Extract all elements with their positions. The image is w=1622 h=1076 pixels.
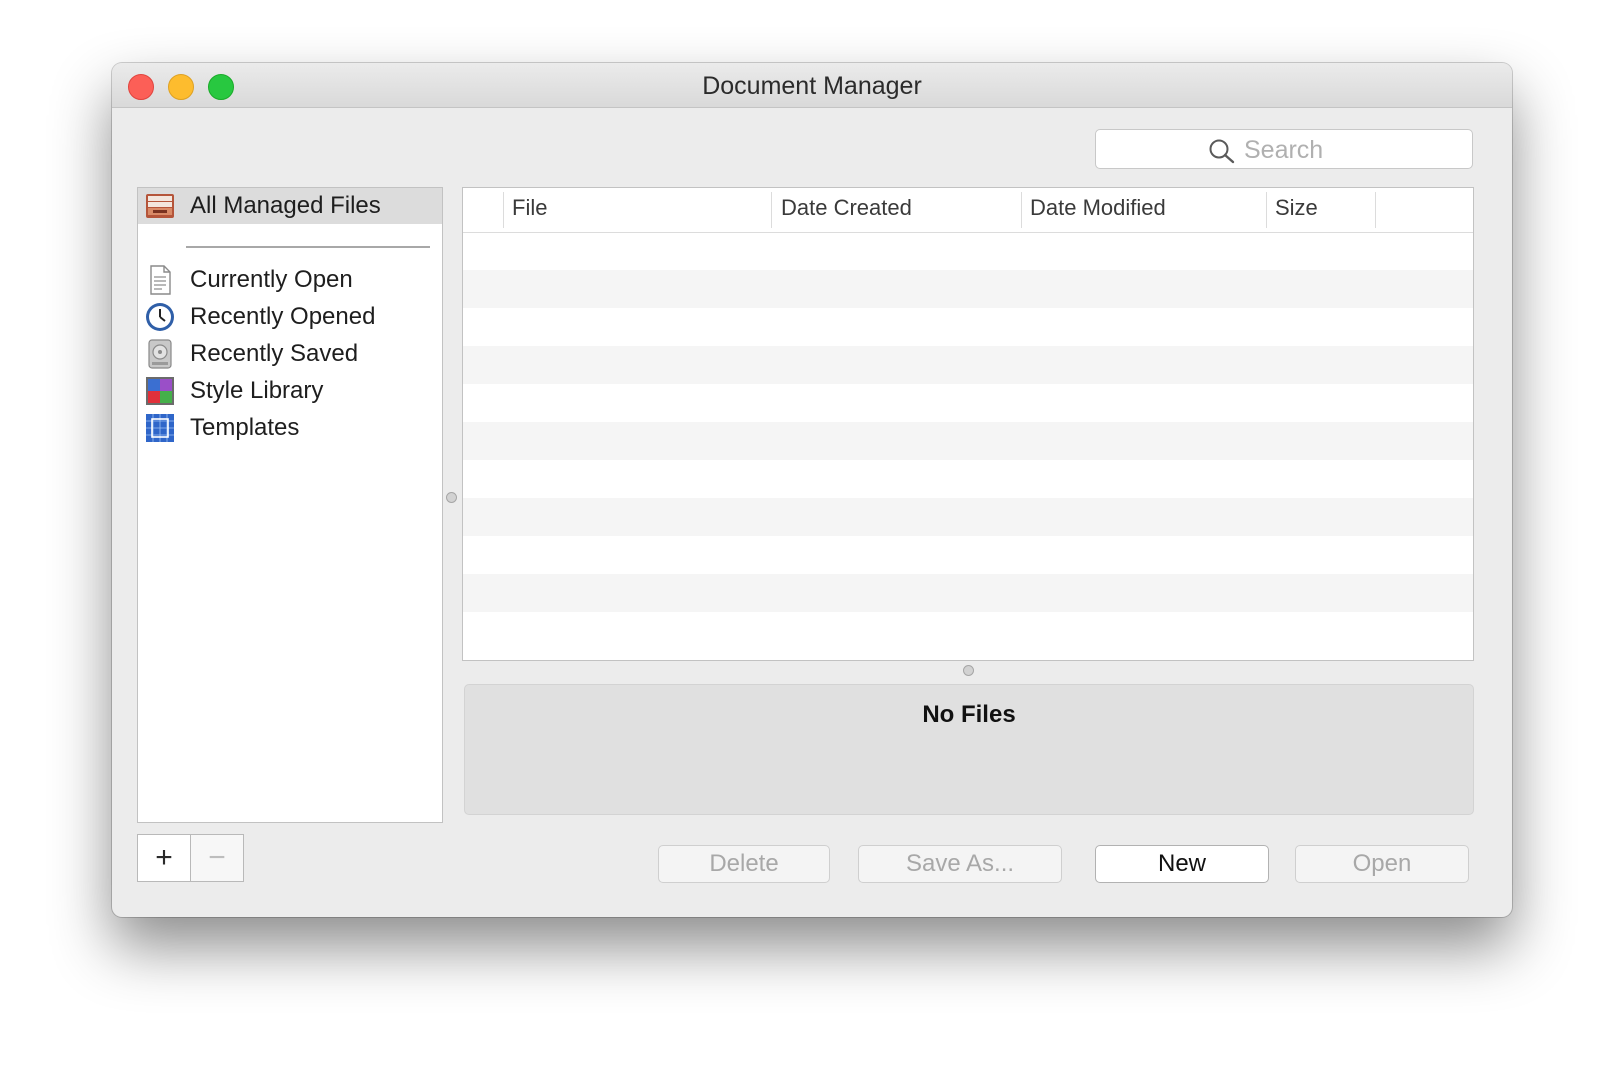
horizontal-split-handle[interactable] — [963, 665, 974, 676]
column-header-date-created[interactable]: Date Created — [781, 195, 912, 221]
window-title: Document Manager — [702, 72, 922, 100]
sidebar-item-label: Templates — [190, 414, 300, 441]
search-input[interactable] — [1242, 134, 1456, 166]
table-row — [463, 422, 1473, 460]
column-header-date-modified[interactable]: Date Modified — [1030, 195, 1166, 221]
save-as-button[interactable]: Save As... — [858, 845, 1062, 883]
stack-of-files-icon — [146, 194, 174, 218]
sidebar-item-label: Recently Opened — [190, 303, 376, 330]
table-row — [463, 232, 1473, 270]
table-header: File Date Created Date Modified Size — [463, 188, 1473, 233]
delete-button[interactable]: Delete — [658, 845, 830, 883]
column-header-file[interactable]: File — [512, 195, 547, 221]
column-separator — [771, 192, 772, 228]
no-files-message: No Files — [922, 701, 1016, 728]
table-row — [463, 346, 1473, 384]
document-manager-window: Document Manager All Managed Files — [112, 63, 1512, 917]
sidebar-item-templates[interactable]: Templates — [138, 410, 442, 446]
add-button[interactable]: + — [137, 834, 191, 882]
column-separator — [503, 192, 504, 228]
table-row — [463, 270, 1473, 308]
hard-drive-icon — [148, 339, 172, 369]
table-row — [463, 384, 1473, 422]
sidebar-item-label: Style Library — [190, 377, 324, 404]
sidebar-item-style-library[interactable]: Style Library — [138, 373, 442, 409]
blueprint-icon — [146, 414, 174, 442]
table-row — [463, 536, 1473, 574]
sidebar: All Managed Files Currently Open Recentl… — [137, 187, 443, 823]
column-separator — [1375, 192, 1376, 228]
vertical-split-handle[interactable] — [446, 492, 457, 503]
column-header-size[interactable]: Size — [1275, 195, 1318, 221]
sidebar-item-label: Currently Open — [190, 266, 353, 293]
search-field[interactable] — [1095, 129, 1473, 169]
file-info-pane: No Files — [464, 684, 1474, 815]
sidebar-divider — [186, 246, 430, 248]
remove-button[interactable]: − — [190, 834, 244, 882]
file-table[interactable]: File Date Created Date Modified Size — [462, 187, 1474, 661]
table-row — [463, 498, 1473, 536]
table-row — [463, 460, 1473, 498]
table-row — [463, 574, 1473, 612]
sidebar-item-all-managed-files[interactable]: All Managed Files — [138, 188, 442, 224]
color-palette-icon — [146, 377, 174, 405]
column-separator — [1266, 192, 1267, 228]
title-bar[interactable]: Document Manager — [112, 63, 1512, 108]
sidebar-item-label: Recently Saved — [190, 340, 359, 367]
magnifier-icon — [1209, 139, 1235, 164]
sidebar-item-label: All Managed Files — [190, 192, 381, 219]
open-button[interactable]: Open — [1295, 845, 1469, 883]
table-row — [463, 308, 1473, 346]
column-separator — [1021, 192, 1022, 228]
sidebar-item-currently-open[interactable]: Currently Open — [138, 262, 442, 298]
sidebar-item-recently-opened[interactable]: Recently Opened — [138, 299, 442, 335]
document-icon — [150, 265, 171, 295]
table-row — [463, 612, 1473, 650]
new-button[interactable]: New — [1095, 845, 1269, 883]
clock-icon — [146, 303, 174, 331]
sidebar-item-recently-saved[interactable]: Recently Saved — [138, 336, 442, 372]
